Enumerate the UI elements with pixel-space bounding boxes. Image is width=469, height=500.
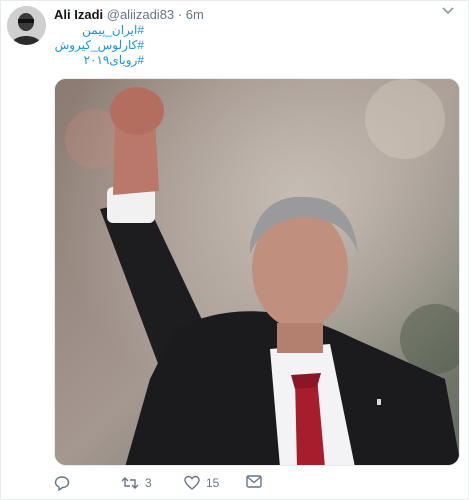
separator: · — [177, 7, 183, 22]
reply-button[interactable] — [54, 475, 76, 491]
like-count: 15 — [206, 475, 220, 490]
tweet-actions: 3 15 — [54, 475, 460, 495]
retweet-count: 3 — [145, 476, 152, 490]
retweet-icon — [121, 477, 139, 489]
envelope-icon — [246, 475, 262, 488]
direct-message-button[interactable] — [246, 475, 262, 488]
author-name[interactable]: Ali Izadi — [54, 7, 103, 22]
timestamp[interactable]: 6m — [186, 7, 204, 22]
tweet-header: Ali Izadi @aliizadi83 · 6m — [54, 7, 204, 23]
reply-icon — [54, 476, 70, 491]
avatar-photo — [7, 6, 46, 45]
tweet-photo[interactable] — [54, 78, 460, 466]
tweet-text: #ایران_پیمن #کارلوس_کیروش #رویای۲۰۱۹ — [54, 23, 144, 68]
hashtag-link[interactable]: #رویای۲۰۱۹ — [54, 53, 144, 68]
hashtag-link[interactable]: #ایران_پیمن — [54, 23, 144, 38]
coach-fist-photo — [55, 79, 459, 465]
like-button[interactable]: 15 — [184, 475, 219, 490]
author-handle[interactable]: @aliizadi83 — [107, 7, 174, 22]
tweet-card[interactable]: Ali Izadi @aliizadi83 · 6m #ایران_پیمن #… — [0, 0, 469, 500]
retweet-button[interactable]: 3 — [121, 475, 152, 491]
heart-icon — [184, 475, 200, 490]
chevron-down-icon[interactable] — [442, 6, 454, 18]
avatar[interactable] — [7, 6, 46, 45]
hashtag-link[interactable]: #کارلوس_کیروش — [54, 38, 144, 53]
